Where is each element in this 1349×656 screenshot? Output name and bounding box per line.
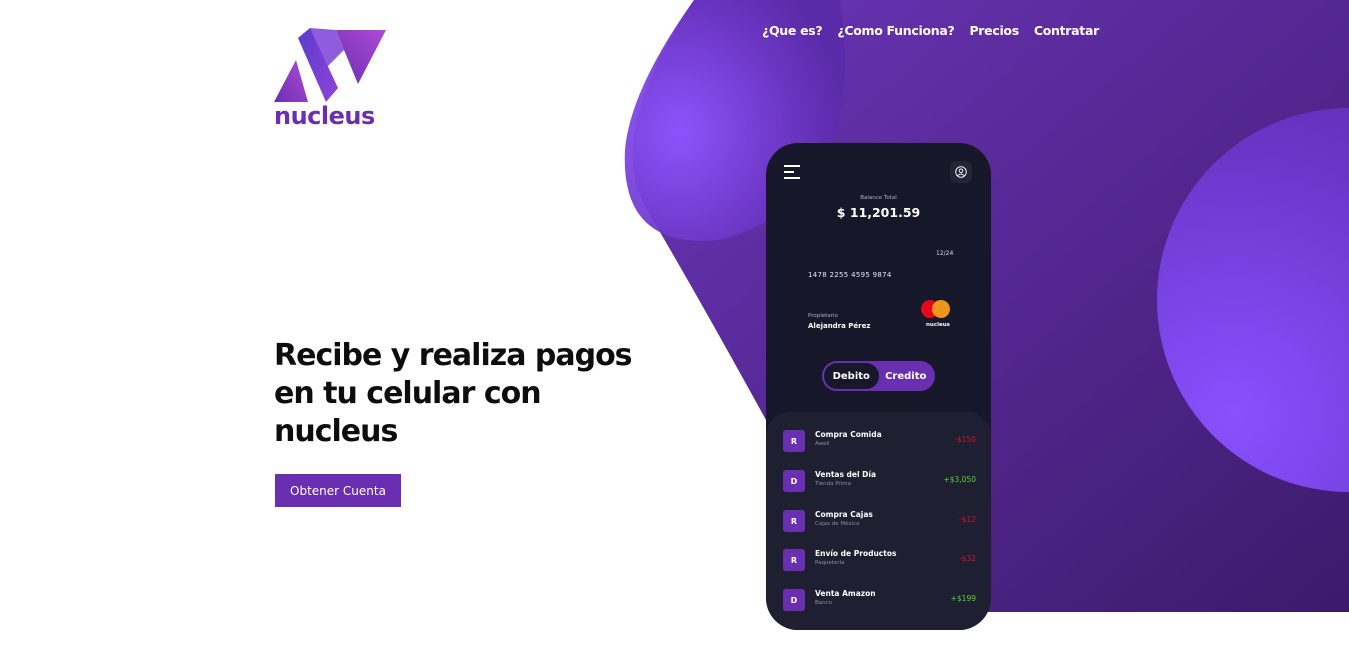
transaction-amount: +$199: [950, 594, 976, 603]
transaction-title: Ventas del Día: [815, 470, 877, 479]
logo-wordmark: nucleus: [274, 102, 375, 130]
transaction-subtitle: Paquetería: [815, 560, 845, 566]
hero-title-line: Recibe y realiza pagos: [274, 338, 633, 373]
card-expiry: 12/24: [936, 250, 954, 257]
transaction-avatar: D: [783, 470, 805, 492]
main-nav: ¿Que es? ¿Como Funciona? Precios Contrat…: [762, 23, 1099, 38]
hero-title-line: nucleus: [274, 414, 398, 449]
transaction-avatar: R: [783, 510, 805, 532]
card-number: 1478 2255 4595 9874: [808, 271, 892, 279]
list-item[interactable]: R Compra Cajas Cajas de México -$12: [783, 506, 976, 536]
list-item[interactable]: R Compra Comida Awell -$150: [783, 426, 976, 456]
landing-page: nucleus ¿Que es? ¿Como Funciona? Precios…: [0, 0, 1349, 656]
card-owner-label: Propietario: [808, 313, 838, 319]
list-item[interactable]: R Envío de Productos Paquetería -$32: [783, 545, 976, 575]
hamburger-icon[interactable]: [784, 165, 800, 179]
transaction-title: Venta Amazon: [815, 589, 876, 598]
account-type-toggle: Debito Credito: [822, 361, 935, 391]
transaction-avatar: R: [783, 549, 805, 571]
mastercard-icon: [921, 300, 955, 320]
card-brand: nucleus: [926, 322, 950, 328]
transaction-subtitle: Cajas de México: [815, 521, 860, 527]
phone-mockup: Balance Total $ 11,201.59 12/24 1478 225…: [766, 143, 991, 630]
nav-item-como-funciona[interactable]: ¿Como Funciona?: [837, 23, 954, 38]
transaction-avatar: R: [783, 430, 805, 452]
logo-mark-icon: [274, 28, 386, 102]
toggle-debit[interactable]: Debito: [824, 363, 879, 389]
transaction-title: Compra Comida: [815, 430, 882, 439]
user-icon[interactable]: [950, 161, 972, 183]
transaction-amount: -$32: [958, 554, 976, 563]
get-account-button[interactable]: Obtener Cuenta: [275, 474, 401, 507]
hero-title-line: en tu celular con: [274, 376, 542, 411]
transaction-subtitle: Awell: [815, 441, 830, 447]
transactions-list: R Compra Comida Awell -$150 D Ventas del…: [766, 412, 991, 630]
list-item[interactable]: D Ventas del Día Tienda Prima +$3,050: [783, 466, 976, 496]
user-glyph-icon: [955, 166, 967, 178]
transaction-subtitle: Tienda Prima: [815, 481, 851, 487]
nav-item-que-es[interactable]: ¿Que es?: [762, 23, 823, 38]
hero-title: Recibe y realiza pagos en tu celular con…: [274, 337, 674, 451]
transaction-subtitle: Banco: [815, 600, 833, 606]
nav-item-contratar[interactable]: Contratar: [1034, 23, 1099, 38]
transaction-title: Envío de Productos: [815, 549, 897, 558]
toggle-credit[interactable]: Credito: [879, 363, 934, 389]
balance-value: $ 11,201.59: [836, 205, 921, 220]
transaction-amount: -$150: [954, 435, 976, 444]
nucleus-logo[interactable]: nucleus: [274, 28, 394, 130]
transaction-avatar: D: [783, 589, 805, 611]
card-owner-name: Alejandra Pérez: [808, 322, 871, 330]
list-item[interactable]: D Venta Amazon Banco +$199: [783, 585, 976, 615]
transaction-amount: +$3,050: [943, 475, 976, 484]
balance-label: Balance Total: [860, 195, 897, 201]
background-shape: [624, 0, 1349, 612]
transaction-amount: -$12: [958, 515, 976, 524]
nav-item-precios[interactable]: Precios: [969, 23, 1019, 38]
transaction-title: Compra Cajas: [815, 510, 873, 519]
